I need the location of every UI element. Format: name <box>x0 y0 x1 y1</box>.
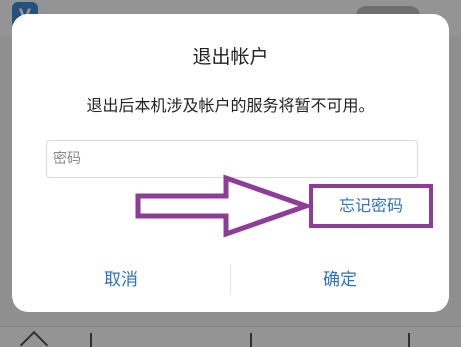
annotation-arrow-shape <box>135 174 314 238</box>
dialog-title: 退出帐户 <box>192 46 269 68</box>
annotation-arrow <box>135 174 314 238</box>
confirm-button[interactable]: 确定 <box>231 260 449 300</box>
logout-dialog: 退出帐户 退出后本机涉及帐户的服务将暂不可用。 忘记密码 取消 确定 <box>12 14 449 312</box>
dialog-message: 退出后本机涉及帐户的服务将暂不可用。 <box>86 96 375 115</box>
cancel-button[interactable]: 取消 <box>12 260 230 300</box>
annotation-highlight-box: 忘记密码 <box>309 184 433 228</box>
forgot-password-link[interactable]: 忘记密码 <box>313 188 429 224</box>
